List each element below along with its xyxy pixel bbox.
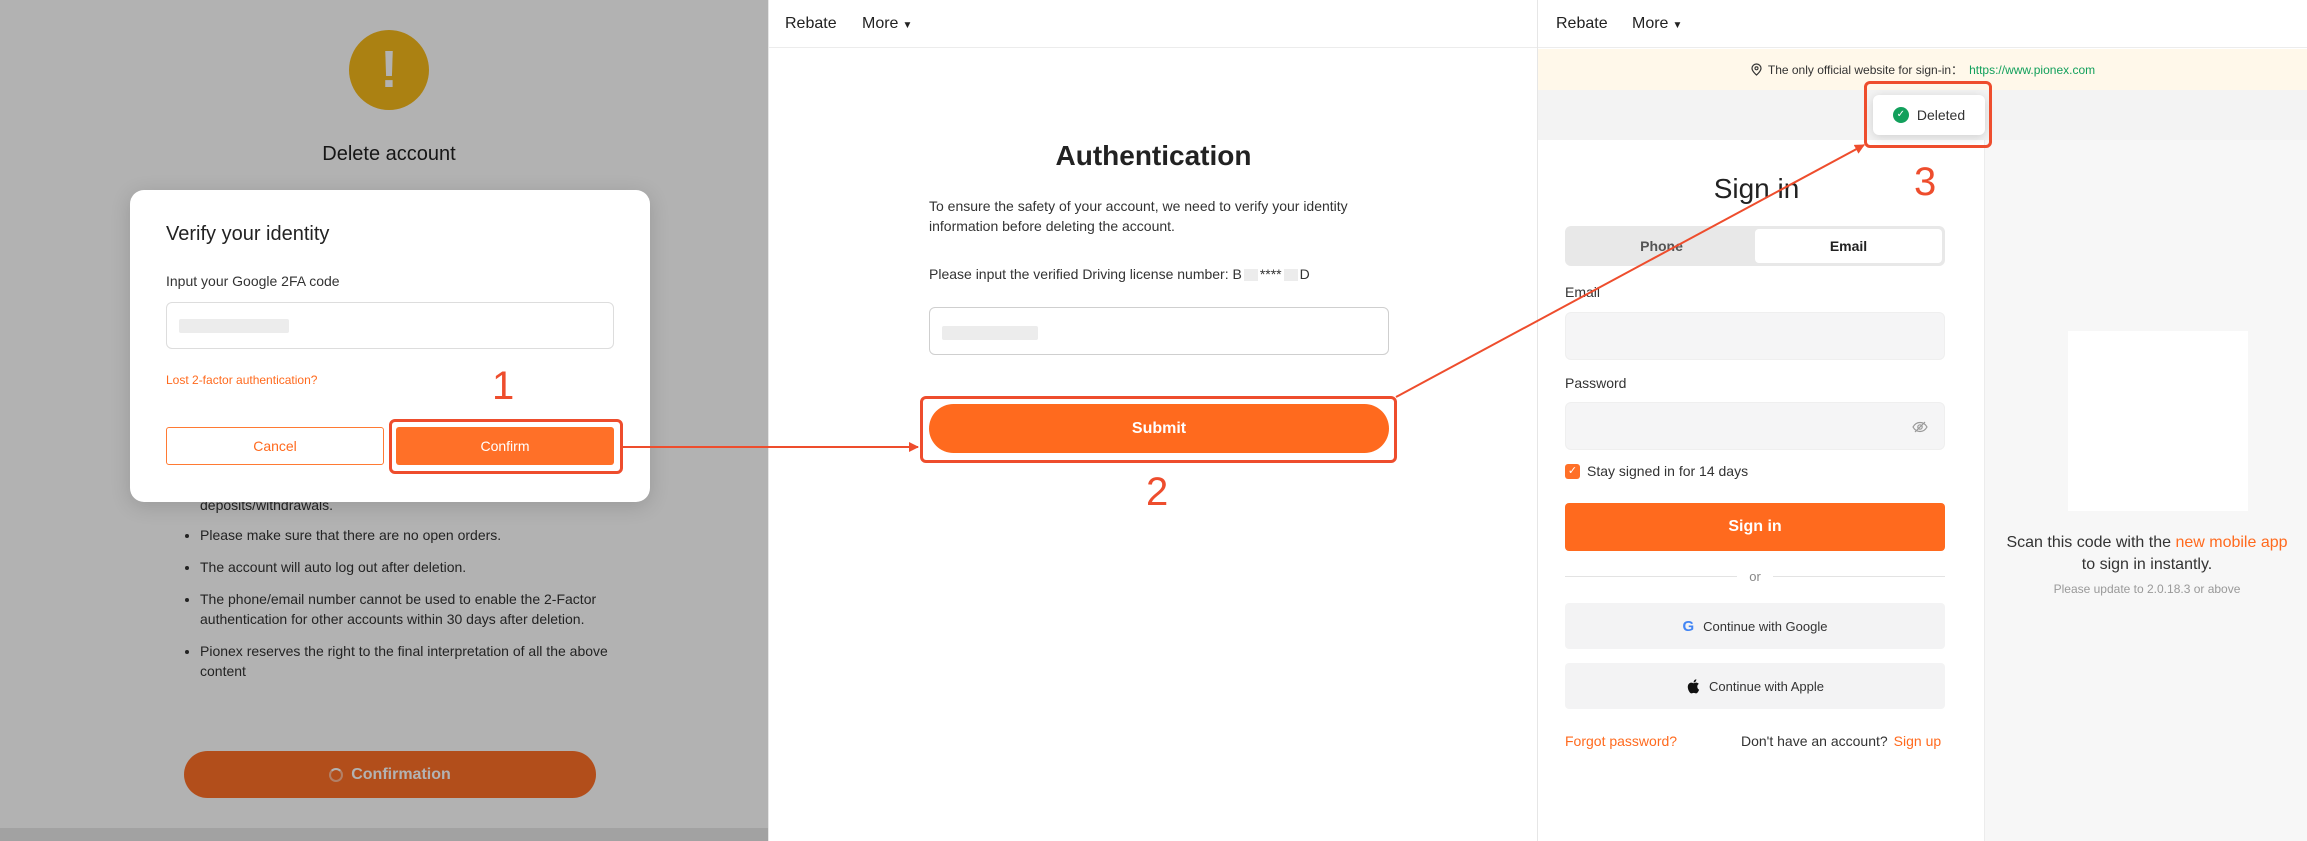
- checkbox-checked-icon[interactable]: ✓: [1565, 463, 1580, 479]
- divider-line: [1772, 575, 1945, 577]
- license-number-input[interactable]: [929, 307, 1389, 355]
- sign-in-title: Sign in: [1713, 173, 1800, 204]
- tab-phone[interactable]: Phone: [1568, 229, 1755, 263]
- eye-off-icon[interactable]: [1912, 419, 1928, 435]
- redacted-value: [179, 319, 289, 333]
- new-mobile-app-link[interactable]: new mobile app: [2175, 534, 2287, 551]
- qr-text-line2: to sign in instantly.: [2081, 556, 2213, 573]
- label-suffix: D: [1299, 266, 1310, 282]
- nav-more-label: More: [1632, 15, 1669, 32]
- delete-account-panel: ! Delete account deposits/withdrawals. P…: [0, 0, 768, 841]
- nav-more-menu[interactable]: More ▼: [1632, 15, 1682, 33]
- nav-more-label: More: [862, 15, 899, 32]
- qr-version-note: Please update to 2.0.18.3 or above: [2053, 582, 2241, 596]
- divider-line: [1565, 575, 1738, 577]
- apple-label: Continue with Apple: [1709, 678, 1824, 694]
- notice-text: The only official website for sign-in：: [1767, 63, 1964, 77]
- redacted-chars: [1283, 269, 1298, 282]
- google-label: Continue with Google: [1703, 618, 1828, 634]
- modal-title: Verify your identity: [166, 223, 330, 245]
- annotation-number-3: 3: [1914, 160, 1937, 204]
- email-field[interactable]: [1565, 312, 1945, 360]
- or-divider: or: [1565, 568, 1945, 584]
- annotation-number-2: 2: [1146, 470, 1169, 514]
- annotation-box-submit: [920, 396, 1397, 463]
- nav-rebate-link[interactable]: Rebate: [785, 15, 837, 33]
- 2fa-code-input[interactable]: [166, 302, 614, 349]
- top-navbar: Rebate More ▼: [1538, 0, 2307, 48]
- stay-signed-in-label: Stay signed in for 14 days: [1587, 463, 1749, 479]
- stay-signed-in[interactable]: ✓ Stay signed in for 14 days: [1565, 463, 1748, 479]
- redacted-chars: [1243, 269, 1258, 282]
- forgot-password-link[interactable]: Forgot password?: [1565, 733, 1677, 749]
- qr-text-prefix: Scan this code with the: [2006, 534, 2176, 551]
- password-field[interactable]: [1565, 402, 1945, 450]
- official-url-link[interactable]: https://www.pionex.com: [1969, 63, 2095, 77]
- qr-code: [2068, 331, 2248, 511]
- no-account-text: Don't have an account?: [1741, 733, 1888, 749]
- cancel-button[interactable]: Cancel: [166, 427, 384, 465]
- apple-icon: [1687, 679, 1700, 694]
- caret-down-icon: ▼: [902, 20, 913, 31]
- continue-with-apple-button[interactable]: Continue with Apple: [1565, 663, 1945, 709]
- tab-email[interactable]: Email: [1755, 229, 1942, 263]
- lost-2fa-link[interactable]: Lost 2-factor authentication?: [166, 373, 317, 387]
- or-label: or: [1749, 568, 1761, 584]
- label-mask: ****: [1259, 266, 1282, 282]
- location-pin-icon: [1751, 63, 1762, 76]
- password-label: Password: [1565, 375, 1627, 391]
- nav-rebate-link[interactable]: Rebate: [1556, 15, 1608, 33]
- sign-in-button[interactable]: Sign in: [1565, 503, 1945, 551]
- annotation-box-confirm: [389, 419, 623, 474]
- email-label: Email: [1565, 284, 1601, 300]
- qr-login-area: Scan this code with the new mobile app to…: [1984, 140, 2307, 841]
- sign-up-prompt: Don't have an account? Sign up: [1741, 733, 1941, 749]
- sign-up-link[interactable]: Sign up: [1894, 733, 1941, 749]
- authentication-title: Authentication: [1055, 140, 1252, 171]
- google-icon: G: [1682, 617, 1695, 635]
- license-input-label: Please input the verified Driving licens…: [929, 266, 1310, 282]
- 2fa-input-label: Input your Google 2FA code: [166, 273, 340, 289]
- nav-more-menu[interactable]: More ▼: [862, 15, 912, 33]
- top-navbar: Rebate More ▼: [769, 0, 1537, 48]
- caret-down-icon: ▼: [1672, 20, 1683, 31]
- annotation-box-deleted: [1864, 81, 1992, 148]
- redacted-value: [942, 326, 1038, 340]
- login-method-tabs: Phone Email: [1565, 226, 1945, 266]
- authentication-description: To ensure the safety of your account, we…: [929, 198, 1348, 234]
- annotation-number-1: 1: [492, 364, 515, 408]
- qr-instructions: Scan this code with the new mobile app to…: [1985, 532, 2307, 576]
- label-prefix: Please input the verified Driving licens…: [929, 266, 1242, 282]
- continue-with-google-button[interactable]: G Continue with Google: [1565, 603, 1945, 649]
